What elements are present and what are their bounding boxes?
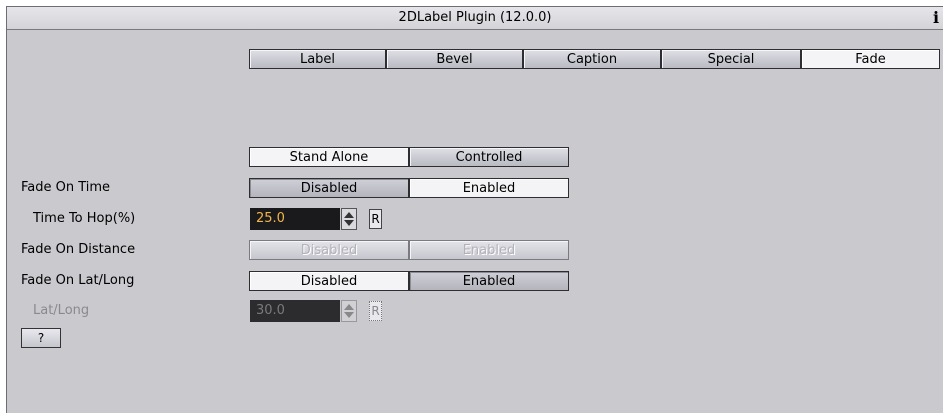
fade-on-latlong-enabled-button[interactable]: Enabled [409,271,569,291]
fade-on-latlong-label: Fade On Lat/Long [21,273,135,288]
title-bar: 2DLabel Plugin (12.0.0) i [7,7,943,30]
fade-on-time-enabled-button[interactable]: Enabled [409,178,569,198]
tab-special[interactable]: Special [661,49,801,69]
fade-on-distance-label: Fade On Distance [21,242,136,257]
tab-label[interactable]: Label [249,49,386,69]
fade-on-distance-enabled-button: Enabled [409,240,569,260]
tab-bevel[interactable]: Bevel [386,49,523,69]
window-title: 2DLabel Plugin (12.0.0) [398,10,552,25]
time-to-hop-reset-button[interactable]: R [369,209,382,229]
help-button[interactable]: ? [21,328,61,348]
lat-long-label: Lat/Long [33,303,90,318]
lat-long-input: 30.0 [250,300,340,322]
arrow-down-icon [344,312,354,318]
arrow-down-icon [344,220,354,226]
info-icon[interactable]: i [929,8,943,28]
stand-alone-button[interactable]: Stand Alone [249,147,409,167]
lat-long-reset-button: R [369,301,382,321]
arrow-up-icon [344,212,354,218]
fade-on-latlong-disabled-button[interactable]: Disabled [249,271,409,291]
tab-caption[interactable]: Caption [523,49,661,69]
plugin-panel: 2DLabel Plugin (12.0.0) i Label Bevel Ca… [6,6,943,413]
time-to-hop-spinner[interactable] [341,208,357,230]
tab-fade[interactable]: Fade [801,49,940,69]
time-to-hop-label: Time To Hop(%) [33,211,136,226]
lat-long-spinner [341,300,357,322]
arrow-up-icon [344,304,354,310]
fade-on-time-disabled-button[interactable]: Disabled [249,178,409,198]
fade-on-time-label: Fade On Time [21,180,111,195]
time-to-hop-input[interactable]: 25.0 [250,208,340,230]
controlled-button[interactable]: Controlled [409,147,569,167]
fade-on-distance-disabled-button: Disabled [249,240,409,260]
